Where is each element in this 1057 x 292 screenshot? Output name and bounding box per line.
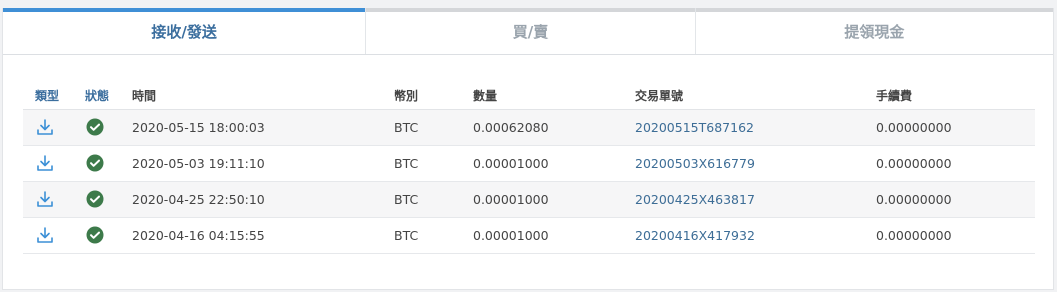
download-icon — [35, 117, 55, 137]
header-status: 狀態 — [85, 88, 110, 103]
table-row: 2020-05-03 19:11:10 BTC 0.00001000 20200… — [23, 146, 1035, 182]
row-tx-link[interactable]: 20200416X417932 — [635, 228, 755, 243]
row-tx-link[interactable]: 20200515T687162 — [635, 120, 754, 135]
row-fee: 0.00000000 — [876, 228, 952, 243]
download-icon — [35, 153, 55, 173]
table-row: 2020-05-15 18:00:03 BTC 0.00062080 20200… — [23, 110, 1035, 146]
download-icon — [35, 225, 55, 245]
tab-buy-sell[interactable]: 買/賣 — [366, 8, 696, 54]
row-currency: BTC — [394, 192, 419, 207]
row-currency: BTC — [394, 156, 419, 171]
row-time: 2020-04-25 22:50:10 — [132, 192, 265, 207]
row-currency: BTC — [394, 228, 419, 243]
header-tx: 交易單號 — [635, 88, 684, 103]
row-fee: 0.00000000 — [876, 192, 952, 207]
table-header: 類型 狀態 時間 幣別 數量 交易單號 手續費 — [23, 81, 1035, 110]
row-amount: 0.00062080 — [473, 120, 549, 135]
row-amount: 0.00001000 — [473, 228, 549, 243]
row-fee: 0.00000000 — [876, 120, 952, 135]
check-circle-icon — [85, 225, 105, 245]
row-time: 2020-05-15 18:00:03 — [132, 120, 265, 135]
row-tx-link[interactable]: 20200425X463817 — [635, 192, 755, 207]
row-amount: 0.00001000 — [473, 156, 549, 171]
header-currency: 幣別 — [394, 88, 419, 103]
header-amount: 數量 — [473, 88, 498, 103]
header-time: 時間 — [132, 88, 157, 103]
header-type: 類型 — [35, 88, 60, 103]
check-circle-icon — [85, 153, 105, 173]
row-amount: 0.00001000 — [473, 192, 549, 207]
row-time: 2020-04-16 04:15:55 — [132, 228, 265, 243]
header-fee: 手續費 — [876, 88, 913, 103]
download-icon — [35, 189, 55, 209]
tab-bar: 接收/發送 買/賣 提領現金 — [3, 8, 1054, 55]
tab-receive-send[interactable]: 接收/發送 — [3, 8, 367, 54]
row-time: 2020-05-03 19:11:10 — [132, 156, 265, 171]
check-circle-icon — [85, 117, 105, 137]
row-currency: BTC — [394, 120, 419, 135]
check-circle-icon — [85, 189, 105, 209]
tab-withdraw-cash[interactable]: 提領現金 — [695, 8, 1054, 54]
table-row: 2020-04-16 04:15:55 BTC 0.00001000 20200… — [23, 218, 1035, 254]
row-tx-link[interactable]: 20200503X616779 — [635, 156, 755, 171]
transactions-table: 類型 狀態 時間 幣別 數量 交易單號 手續費 2020-05-15 18:00… — [23, 81, 1035, 254]
row-fee: 0.00000000 — [876, 156, 952, 171]
table-row: 2020-04-25 22:50:10 BTC 0.00001000 20200… — [23, 182, 1035, 218]
transactions-panel: 接收/發送 買/賣 提領現金 類型 狀態 時間 幣別 數量 交易單號 手續費 2… — [2, 8, 1054, 290]
